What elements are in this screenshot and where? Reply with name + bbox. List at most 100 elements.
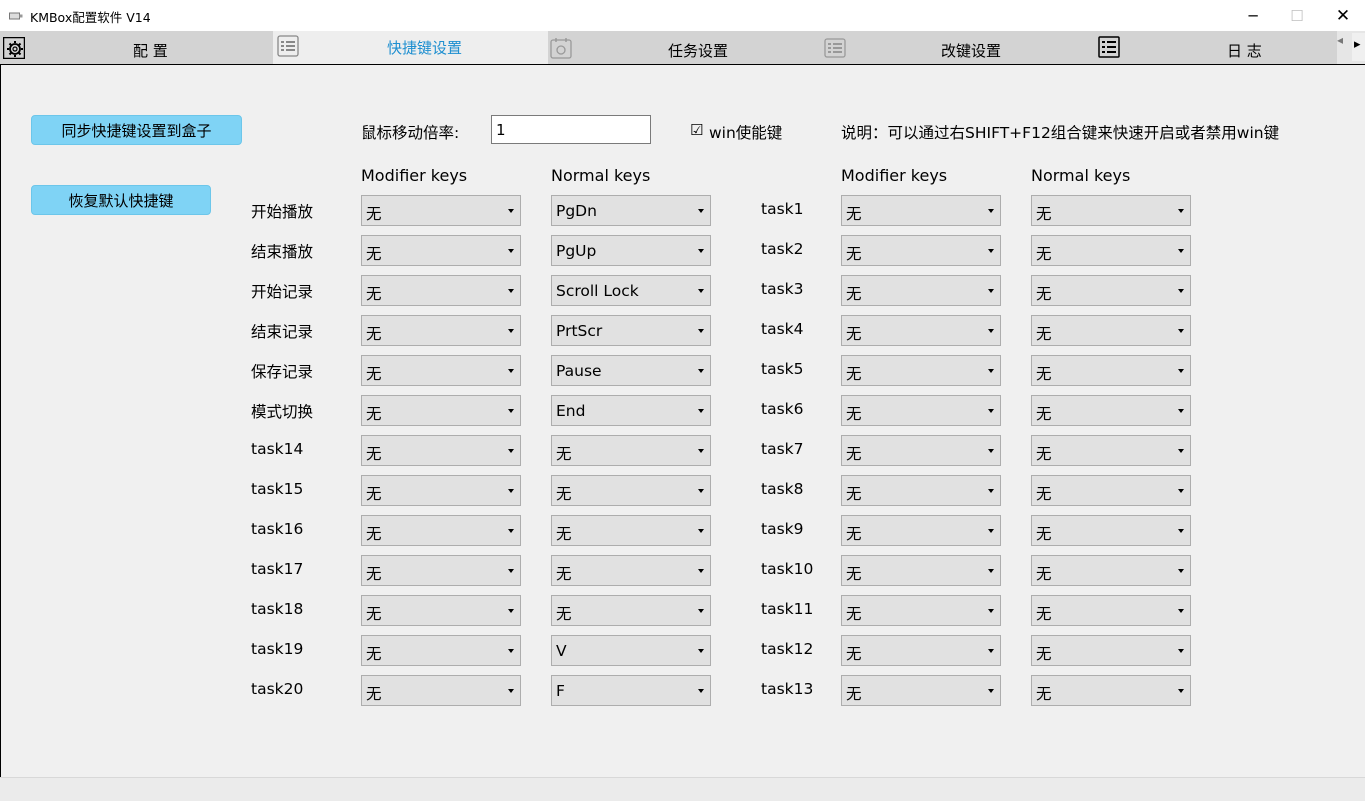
tab-remap[interactable]: 改键设置	[822, 31, 1096, 64]
tab-tasks[interactable]: 任务设置	[548, 31, 822, 64]
normal-key-select[interactable]: F	[551, 675, 711, 706]
normal-key-select[interactable]: 无	[1031, 395, 1191, 426]
normal-key-select[interactable]: 无	[1031, 355, 1191, 386]
dropdown-arrow-icon	[1178, 449, 1184, 453]
normal-key-select[interactable]: 无	[1031, 635, 1191, 666]
normal-key-select[interactable]: Scroll Lock	[551, 275, 711, 306]
modifier-key-select[interactable]: 无	[361, 435, 521, 466]
maximize-button[interactable]: ☐	[1274, 0, 1320, 31]
dropdown-arrow-icon	[508, 369, 514, 373]
mouse-rate-input[interactable]: 1	[491, 115, 651, 144]
modifier-key-select[interactable]: 无	[361, 555, 521, 586]
minimize-button[interactable]: ─	[1230, 0, 1276, 31]
combo-value: 无	[1036, 685, 1052, 703]
dropdown-arrow-icon	[698, 249, 704, 253]
dropdown-arrow-icon	[1178, 529, 1184, 533]
tab-strip: 配 置 快捷键设置 任务设置 改键设置 日 志	[0, 31, 1365, 65]
modifier-key-select[interactable]: 无	[841, 355, 1001, 386]
dropdown-arrow-icon	[988, 449, 994, 453]
row-label: task2	[761, 240, 804, 258]
normal-key-select[interactable]: 无	[1031, 435, 1191, 466]
combo-value: 无	[846, 325, 862, 343]
modifier-key-select[interactable]: 无	[361, 195, 521, 226]
sync-shortcuts-button[interactable]: 同步快捷键设置到盒子	[31, 115, 242, 145]
modifier-key-select[interactable]: 无	[361, 355, 521, 386]
modifier-key-select[interactable]: 无	[361, 475, 521, 506]
dropdown-arrow-icon	[1178, 609, 1184, 613]
combo-value: 无	[366, 445, 382, 463]
close-button[interactable]: ✕	[1320, 0, 1365, 31]
tab-config[interactable]: 配 置	[0, 31, 273, 64]
modifier-key-select[interactable]: 无	[841, 635, 1001, 666]
modifier-key-select[interactable]: 无	[361, 515, 521, 546]
normal-key-select[interactable]: 无	[1031, 275, 1191, 306]
tab-shortcuts[interactable]: 快捷键设置	[273, 31, 548, 64]
window-title: KMBox配置软件 V14	[30, 10, 151, 25]
modifier-key-select[interactable]: 无	[841, 595, 1001, 626]
combo-value: 无	[556, 605, 572, 623]
win-enable-checkbox[interactable]: ☑	[690, 121, 703, 139]
dropdown-arrow-icon	[1178, 569, 1184, 573]
modifier-key-select[interactable]: 无	[361, 395, 521, 426]
dropdown-arrow-icon	[698, 449, 704, 453]
dropdown-arrow-icon	[1178, 369, 1184, 373]
dropdown-arrow-icon	[698, 369, 704, 373]
dropdown-arrow-icon	[988, 369, 994, 373]
normal-key-select[interactable]: 无	[1031, 315, 1191, 346]
dropdown-arrow-icon	[988, 409, 994, 413]
normal-key-select[interactable]: PgUp	[551, 235, 711, 266]
modifier-key-select[interactable]: 无	[841, 475, 1001, 506]
modifier-key-select[interactable]: 无	[361, 635, 521, 666]
status-bar	[0, 777, 1365, 801]
modifier-key-select[interactable]: 无	[361, 235, 521, 266]
combo-value: 无	[846, 565, 862, 583]
modifier-key-select[interactable]: 无	[361, 595, 521, 626]
normal-key-select[interactable]: 无	[551, 515, 711, 546]
normal-key-select[interactable]: Pause	[551, 355, 711, 386]
modifier-key-select[interactable]: 无	[841, 315, 1001, 346]
normal-key-select[interactable]: End	[551, 395, 711, 426]
dropdown-arrow-icon	[698, 689, 704, 693]
normal-key-select[interactable]: 无	[1031, 555, 1191, 586]
tab-scroll-right-button[interactable]: ▸	[1352, 33, 1365, 61]
modifier-key-select[interactable]: 无	[841, 275, 1001, 306]
normal-key-select[interactable]: 无	[1031, 195, 1191, 226]
normal-key-select[interactable]: 无	[551, 595, 711, 626]
normal-key-select[interactable]: PrtScr	[551, 315, 711, 346]
normal-key-select[interactable]: 无	[551, 475, 711, 506]
row-label: task19	[251, 640, 304, 658]
modifier-key-select[interactable]: 无	[841, 435, 1001, 466]
modifier-key-select[interactable]: 无	[841, 515, 1001, 546]
normal-key-select[interactable]: 无	[551, 555, 711, 586]
normal-key-select[interactable]: V	[551, 635, 711, 666]
combo-value: 无	[1036, 405, 1052, 423]
normal-key-select[interactable]: 无	[1031, 675, 1191, 706]
tab-scroll-left-icon[interactable]: ◂	[1337, 33, 1343, 47]
modifier-key-select[interactable]: 无	[841, 195, 1001, 226]
modifier-key-select[interactable]: 无	[841, 235, 1001, 266]
modifier-key-select[interactable]: 无	[361, 275, 521, 306]
normal-key-select[interactable]: 无	[1031, 515, 1191, 546]
tab-log[interactable]: 日 志	[1096, 31, 1337, 64]
dropdown-arrow-icon	[988, 289, 994, 293]
modifier-key-select[interactable]: 无	[841, 555, 1001, 586]
normal-key-select[interactable]: 无	[1031, 595, 1191, 626]
normal-key-select[interactable]: PgDn	[551, 195, 711, 226]
normal-key-select[interactable]: 无	[551, 435, 711, 466]
dropdown-arrow-icon	[1178, 249, 1184, 253]
row-label: task9	[761, 520, 804, 538]
normal-key-select[interactable]: 无	[1031, 475, 1191, 506]
combo-value: PgDn	[556, 202, 597, 220]
row-label: task6	[761, 400, 804, 418]
combo-value: 无	[846, 645, 862, 663]
restore-defaults-button[interactable]: 恢复默认快捷键	[31, 185, 211, 215]
modifier-key-select[interactable]: 无	[361, 315, 521, 346]
modifier-key-select[interactable]: 无	[841, 395, 1001, 426]
normal-key-select[interactable]: 无	[1031, 235, 1191, 266]
combo-value: 无	[846, 445, 862, 463]
dropdown-arrow-icon	[698, 489, 704, 493]
combo-value: 无	[1036, 365, 1052, 383]
keyboard-icon	[824, 38, 846, 58]
modifier-key-select[interactable]: 无	[841, 675, 1001, 706]
modifier-key-select[interactable]: 无	[361, 675, 521, 706]
